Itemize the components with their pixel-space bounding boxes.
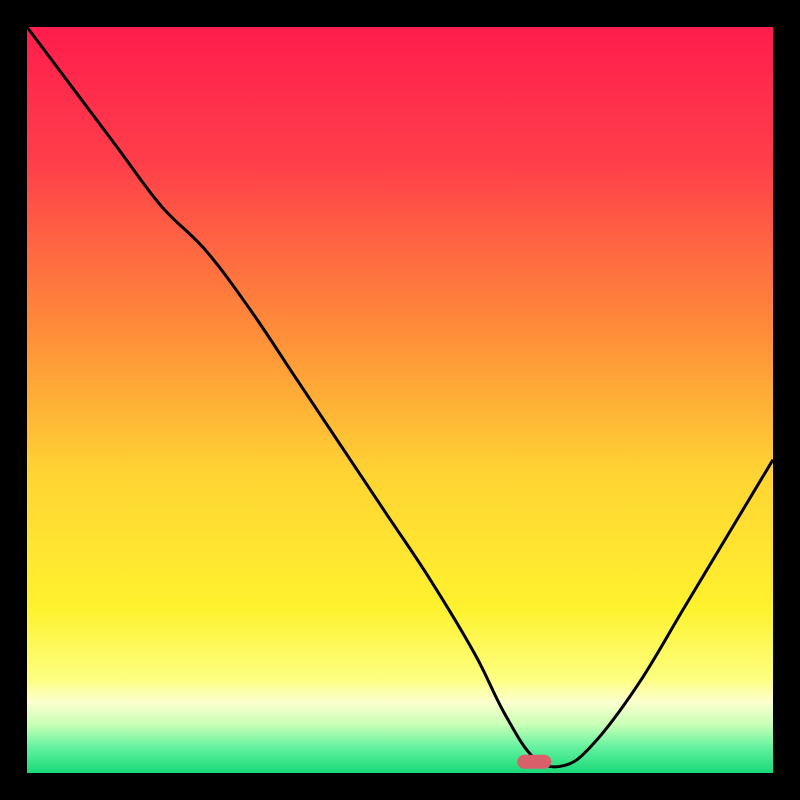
bottleneck-chart: [0, 0, 800, 800]
chart-stage: TheBottleneck.com: [0, 0, 800, 800]
optimal-point-marker: [517, 755, 551, 769]
chart-background-gradient: [27, 27, 773, 773]
